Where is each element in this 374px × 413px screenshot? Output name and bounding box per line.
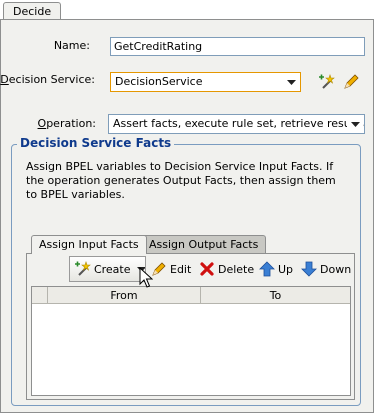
down-label: Down xyxy=(320,262,352,276)
arrow-down-icon xyxy=(301,261,317,277)
operation-label: Operation: xyxy=(37,117,96,130)
create-label: Create xyxy=(93,262,131,276)
operation-select[interactable]: Assert facts, execute rule set, retrieve… xyxy=(108,114,365,134)
decision-service-label: Decision Service: xyxy=(0,73,95,86)
delete-icon xyxy=(200,262,214,276)
chevron-down-icon xyxy=(283,74,299,90)
operation-value: Assert facts, execute rule set, retrieve… xyxy=(113,117,365,130)
group-title: Decision Service Facts xyxy=(17,135,175,151)
column-header-to[interactable]: To xyxy=(201,287,350,304)
wand-add-icon xyxy=(75,261,91,276)
tab-label: Assign Output Facts xyxy=(149,238,259,251)
decision-service-select[interactable]: DecisionService xyxy=(110,72,301,92)
row-header-corner xyxy=(32,287,48,304)
wand-add-icon xyxy=(319,74,335,89)
name-field[interactable]: GetCreditRating xyxy=(110,37,365,56)
chevron-down-icon xyxy=(347,116,363,132)
up-label: Up xyxy=(278,262,294,276)
tab-decide[interactable]: Decide xyxy=(3,2,62,20)
tab-assign-input-facts[interactable]: Assign Input Facts xyxy=(31,235,147,254)
facts-description: Assign BPEL variables to Decision Servic… xyxy=(26,160,336,201)
tab-assign-output-facts[interactable]: Assign Output Facts xyxy=(141,235,267,253)
delete-label: Delete xyxy=(218,262,255,276)
column-header-from[interactable]: From xyxy=(48,287,201,304)
add-service-button[interactable] xyxy=(318,73,336,91)
editor-tabstrip: Decide xyxy=(0,0,374,20)
tab-label: Assign Input Facts xyxy=(39,238,139,251)
name-label: Name: xyxy=(53,39,90,52)
up-button[interactable]: Up xyxy=(259,258,293,280)
mouse-cursor-icon xyxy=(139,267,153,288)
arrow-up-icon xyxy=(259,261,275,277)
down-button[interactable]: Down xyxy=(301,258,351,280)
delete-button[interactable]: Delete xyxy=(199,258,254,280)
edit-button[interactable]: Edit xyxy=(151,258,191,280)
pencil-icon xyxy=(152,262,166,276)
tab-label: Decide xyxy=(13,5,52,18)
pencil-icon xyxy=(344,74,359,89)
decision-service-value: DecisionService xyxy=(115,75,203,88)
edit-label: Edit xyxy=(170,262,192,276)
edit-service-button[interactable] xyxy=(342,73,360,91)
name-value: GetCreditRating xyxy=(114,40,203,53)
facts-table[interactable]: From To xyxy=(31,286,351,396)
create-button[interactable]: Create xyxy=(69,256,146,282)
